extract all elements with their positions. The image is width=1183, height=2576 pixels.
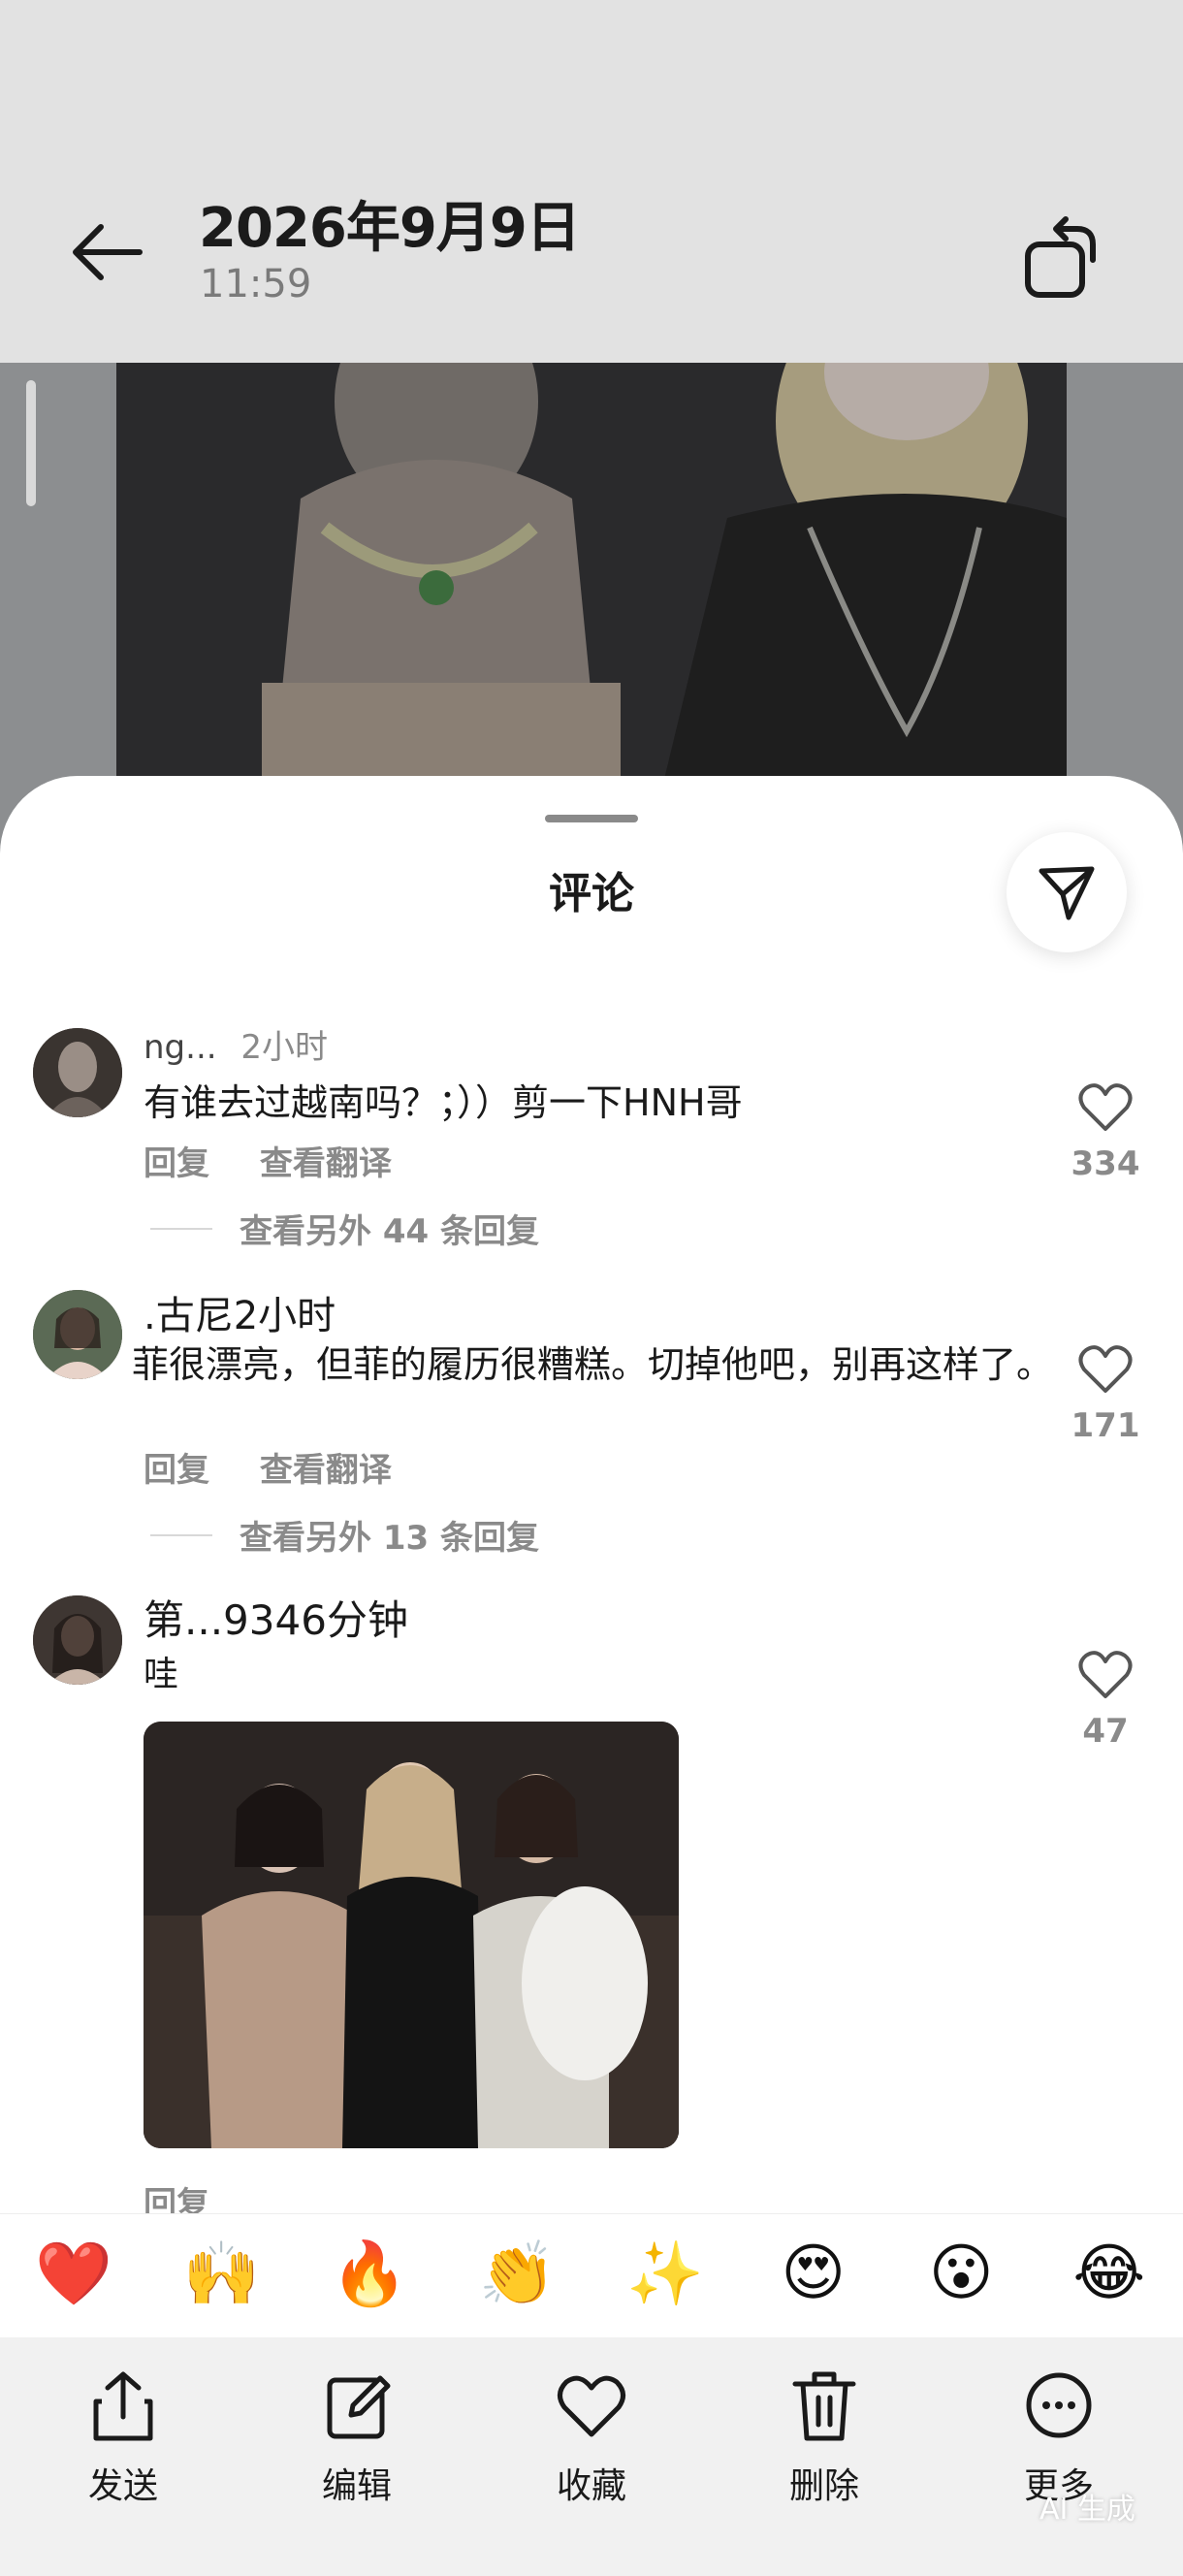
- author-name[interactable]: ng...: [144, 1028, 217, 1067]
- more-replies-label: 查看另外 13 条回复: [240, 1519, 539, 1558]
- more-replies-label: 查看另外 44 条回复: [240, 1212, 539, 1251]
- ai-generated-watermark: AI 生成: [1039, 2493, 1135, 2527]
- share-icon: [93, 2371, 153, 2441]
- send-icon: [1039, 866, 1095, 920]
- main-photo[interactable]: [116, 363, 1067, 799]
- translate-button[interactable]: 查看翻译: [260, 1144, 392, 1183]
- heart-outline-icon[interactable]: [1076, 1646, 1135, 1704]
- like-count: 47: [1082, 1712, 1129, 1751]
- drag-handle[interactable]: [545, 815, 638, 822]
- avatar[interactable]: [33, 1595, 122, 1685]
- trash-icon: [792, 2371, 856, 2441]
- translate-button[interactable]: 查看翻译: [260, 1451, 392, 1490]
- like-count: 334: [1071, 1144, 1140, 1183]
- reaction-bar: ❤️ 🙌 🔥 👏 ✨ 😍 😮 😂: [0, 2213, 1183, 2333]
- delete-tool-button[interactable]: 删除: [751, 2367, 897, 2508]
- view-more-replies[interactable]: 查看另外 44 条回复: [150, 1205, 539, 1252]
- send-tool-label: 发送: [87, 2466, 158, 2506]
- comment-actions: 回复 查看翻译: [144, 1137, 431, 1184]
- bottom-toolbar: 发送 编辑 收藏 删除 更多: [0, 2337, 1183, 2576]
- favorite-tool-label: 收藏: [556, 2466, 626, 2506]
- photo-date: 2026年9月9日: [199, 197, 581, 260]
- reaction-raised-hands[interactable]: 🙌: [178, 2238, 266, 2310]
- heart-outline-icon[interactable]: [1076, 1079, 1135, 1137]
- comment-image[interactable]: [144, 1722, 679, 2148]
- delete-tool-label: 删除: [788, 2466, 859, 2506]
- comment-text: 哇: [144, 1655, 179, 1694]
- photo-background: [0, 363, 1183, 848]
- photo-time: 11:59: [200, 262, 312, 306]
- reply-button[interactable]: 回复: [144, 1144, 209, 1183]
- comment-text: 菲很漂亮，但菲的履历很糟糕。切掉他吧，别再这样了。: [132, 1343, 1054, 1386]
- heart-outline-icon: [558, 2375, 625, 2437]
- send-button[interactable]: [1007, 832, 1127, 952]
- avatar[interactable]: [33, 1290, 122, 1379]
- comments-sheet: 评论 ng... 2小时 有谁去过越南吗？；））剪一下HNH哥 回复 查看翻译 …: [0, 776, 1183, 2337]
- scroll-indicator[interactable]: [26, 380, 36, 506]
- reaction-heart-eyes[interactable]: 😍: [770, 2238, 857, 2309]
- rotate-icon[interactable]: [1023, 215, 1101, 299]
- reply-button[interactable]: 回复: [144, 1451, 209, 1490]
- like-count: 171: [1071, 1406, 1140, 1445]
- reaction-heart[interactable]: ❤️: [30, 2238, 117, 2310]
- comment-actions: 回复 查看翻译: [144, 1443, 431, 1491]
- edit-tool-label: 编辑: [321, 2466, 392, 2506]
- send-tool-button[interactable]: 发送: [50, 2367, 196, 2508]
- reaction-laughing[interactable]: 😂: [1066, 2238, 1153, 2309]
- reaction-surprised[interactable]: 😮: [917, 2238, 1005, 2309]
- back-arrow-icon[interactable]: [68, 218, 145, 286]
- edit-icon: [327, 2375, 391, 2439]
- sheet-title: 评论: [549, 869, 634, 918]
- comment-time: 2小时: [240, 1028, 329, 1067]
- reaction-fire[interactable]: 🔥: [326, 2238, 413, 2310]
- comment-text: 有谁去过越南吗？；））剪一下HNH哥: [144, 1081, 743, 1124]
- comment-author[interactable]: ng... 2小时: [144, 1020, 328, 1068]
- favorite-tool-button[interactable]: 收藏: [519, 2367, 664, 2508]
- heart-outline-icon[interactable]: [1076, 1340, 1135, 1399]
- avatar[interactable]: [33, 1028, 122, 1117]
- reaction-sparkles[interactable]: ✨: [622, 2238, 709, 2310]
- more-icon: [1026, 2372, 1092, 2438]
- reaction-clap[interactable]: 👏: [474, 2238, 561, 2310]
- top-bar: 2026年9月9日 11:59: [0, 0, 1183, 363]
- view-more-replies[interactable]: 查看另外 13 条回复: [150, 1511, 539, 1559]
- comment-author[interactable]: 第...9346分钟: [144, 1588, 408, 1647]
- edit-tool-button[interactable]: 编辑: [284, 2367, 430, 2508]
- comment-author[interactable]: .古尼2小时: [144, 1284, 336, 1340]
